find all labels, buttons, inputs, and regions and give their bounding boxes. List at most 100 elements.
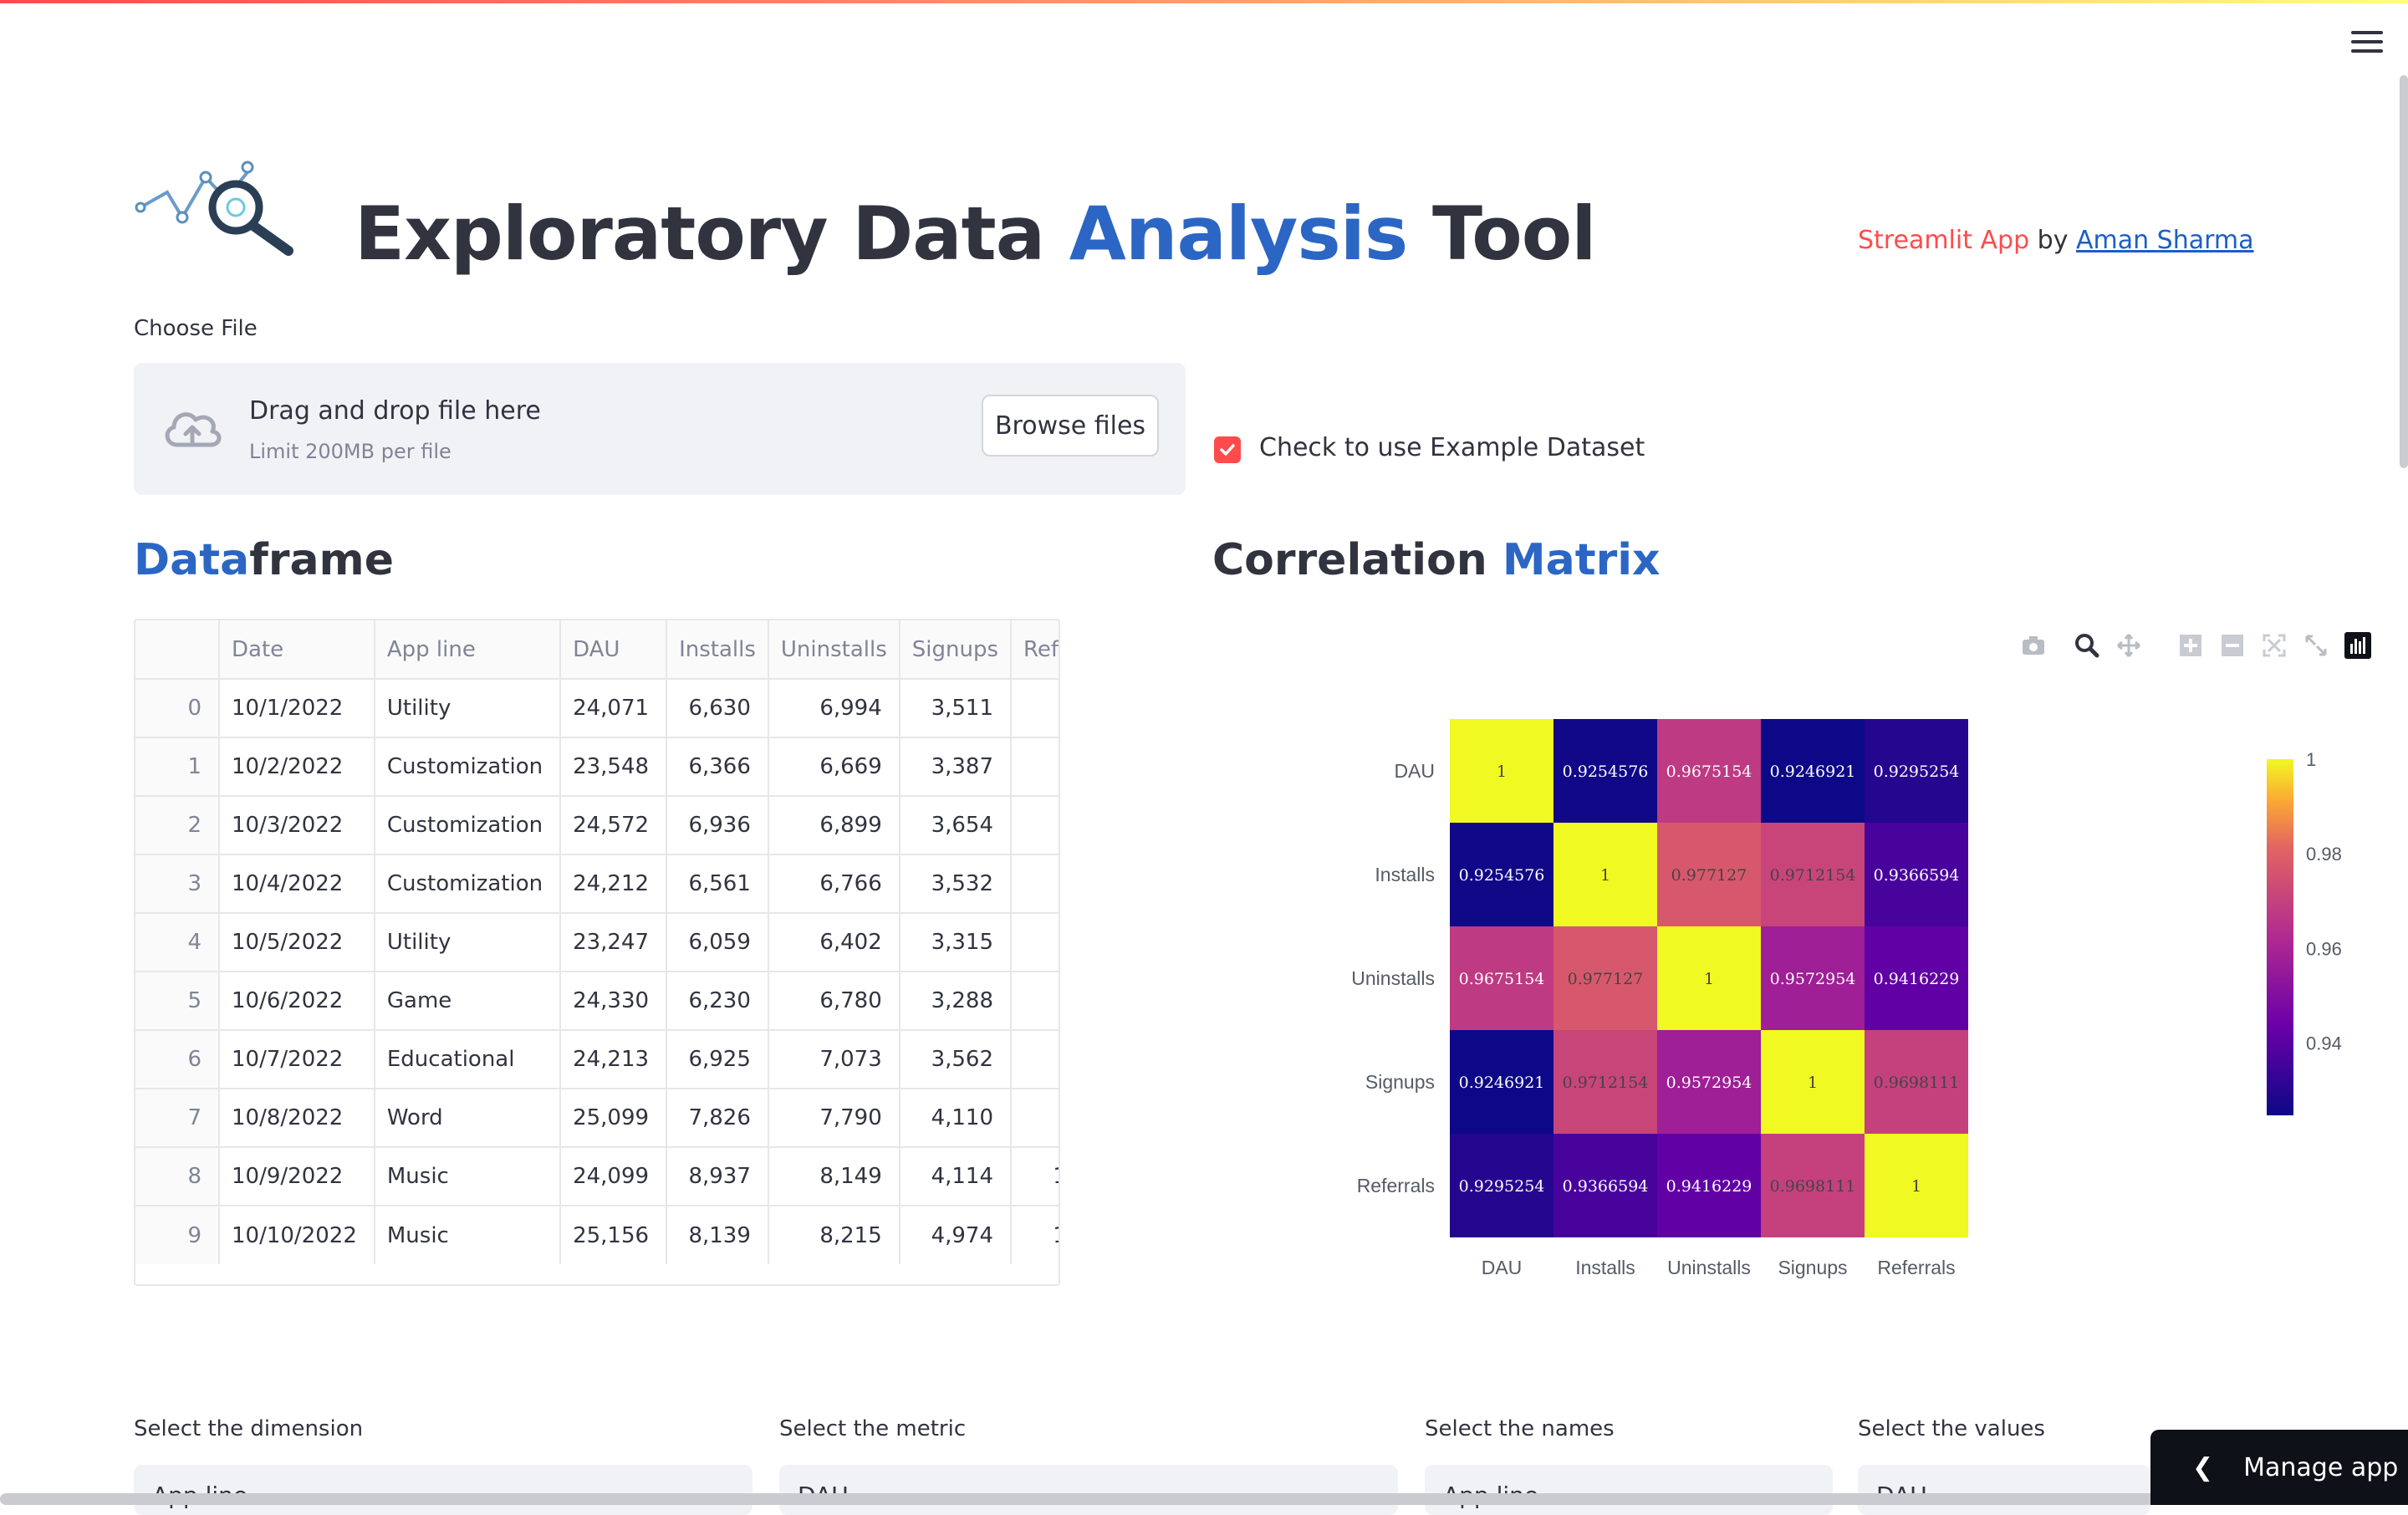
table-row-index[interactable]: 8 [135,1147,220,1206]
zoom-icon[interactable] [2074,632,2100,659]
table-cell[interactable]: 3,288 [899,972,1013,1031]
table-cell[interactable]: Utility [374,679,562,738]
table-cell[interactable]: 6,899 [768,796,900,855]
table-cell[interactable]: 3,511 [899,679,1013,738]
table-row-index[interactable]: 1 [135,737,220,797]
table-row[interactable]: 6 10/7/2022 Educational 24,213 6,925 7,073 3,5… [135,1030,1059,1089]
table-cell[interactable]: 6,766 [768,854,900,914]
table-cell[interactable]: 10/9/2022 [219,1147,375,1206]
table-cell[interactable]: 10/10/2022 [219,1206,375,1264]
table-cell[interactable]: 23,247 [560,913,668,972]
table-cell[interactable]: 6,230 [666,972,769,1031]
table-row-index[interactable]: 3 [135,854,220,914]
table-row[interactable]: 410/5/2022Utility23,2476,0596,4023,31592… [135,913,1059,972]
reset-axes-icon[interactable] [2303,632,2329,659]
table-cell[interactable]: 6,402 [768,913,900,972]
table-cell[interactable]: Utility [374,913,562,972]
metric-select[interactable]: DAU▾ [779,1465,1398,1515]
table-cell[interactable]: 10/1/2022 [219,679,375,738]
table-index-header[interactable] [135,620,220,680]
table-row-index[interactable]: 0 [135,679,220,738]
plotly-logo-icon[interactable] [2344,632,2371,659]
table-cell[interactable]: 4,974 [899,1206,1013,1264]
table-row[interactable]: 510/6/2022Game24,3306,2306,7803,288822 [135,972,1059,1031]
table-cell[interactable]: 8,215 [768,1206,900,1264]
browse-files-button[interactable]: Browse files [982,395,1159,457]
table-cell[interactable]: 24,099 [560,1147,668,1206]
table-cell[interactable]: 10/2/2022 [219,737,375,797]
dimension-select[interactable]: App line▾ [134,1465,752,1515]
table-row-index[interactable]: 5 [135,972,220,1031]
table-cell[interactable]: 7,826 [666,1089,769,1148]
dataframe-table[interactable]: Date App line DAU Installs Uninstalls Signups… [134,619,1060,1286]
table-cell[interactable]: 923 [1011,913,1059,972]
table-column-header[interactable]: App line [374,620,562,680]
table-cell[interactable]: 8,149 [768,1147,900,1206]
table-cell[interactable]: 6,561 [666,854,769,914]
table-cell[interactable]: 6,630 [666,679,769,738]
table-cell[interactable]: 960 [1011,854,1059,914]
table-cell[interactable]: 7,073 [768,1030,900,1089]
table-column-header[interactable]: DAU [560,620,668,680]
table-column-header[interactable]: Date [219,620,375,680]
table-cell[interactable]: 24,330 [560,972,668,1031]
table-cell[interactable]: 6,994 [768,679,900,738]
table-cell[interactable]: 941 [1011,737,1059,797]
table-row[interactable]: 010/1/2022Utility24,0716,6306,9943,51196… [135,679,1059,738]
table-row[interactable]: 710/8/2022Word25,0997,8267,7904,110994 [135,1089,1059,1148]
table-row-index[interactable]: 9 [135,1206,220,1264]
table-row-index[interactable]: 6 [135,1030,220,1089]
vertical-scrollbar[interactable] [2400,75,2408,468]
table-cell[interactable]: Word [374,1089,562,1148]
table-cell[interactable]: 10/4/2022 [219,854,375,914]
table-cell[interactable]: 4,110 [899,1089,1013,1148]
table-cell[interactable]: 994 [1011,1089,1059,1148]
file-dropzone[interactable]: Drag and drop file here Limit 200MB per … [134,363,1186,495]
example-dataset-label[interactable]: Check to use Example Dataset [1259,433,1645,462]
table-cell[interactable]: Music [374,1206,562,1264]
table-cell[interactable]: 8,937 [666,1147,769,1206]
author-link[interactable]: Aman Sharma [2076,226,2254,255]
table-cell[interactable]: 3,562 [899,1030,1013,1089]
table-cell[interactable]: 3,654 [899,796,1013,855]
table-cell[interactable]: 6,059 [666,913,769,972]
table-cell[interactable]: 24,572 [560,796,668,855]
table-row[interactable]: 3 10/4/2022 Customization 24,212 6,561 6,766 3… [135,854,1059,914]
table-cell[interactable]: 24,212 [560,854,668,914]
table-row-index[interactable]: 2 [135,796,220,855]
pan-icon[interactable] [2115,632,2142,659]
zoom-in-icon[interactable] [2177,632,2204,659]
table-cell[interactable]: 23,548 [560,737,668,797]
table-cell[interactable]: 822 [1011,972,1059,1031]
table-cell[interactable]: 1,016 [1011,1147,1059,1206]
table-cell[interactable]: 10/8/2022 [219,1089,375,1148]
table-cell[interactable]: Customization [374,737,562,797]
example-dataset-checkbox[interactable] [1214,436,1241,463]
table-column-header[interactable]: Referrals [1011,620,1059,680]
table-cell[interactable]: 10/6/2022 [219,972,375,1031]
correlation-heatmap[interactable]: 1 0.9254576 0.9675154 0.9246921 0.9295254 0.9… [1338,702,2408,1288]
table-row-index[interactable]: 7 [135,1089,220,1148]
table-row[interactable]: 810/9/2022Music24,0998,9378,1494,1141,01… [135,1147,1059,1206]
table-column-header[interactable]: Uninstalls [768,620,900,680]
table-cell[interactable]: 7,790 [768,1089,900,1148]
table-cell[interactable]: 3,387 [899,737,1013,797]
table-cell[interactable]: Customization [374,796,562,855]
table-cell[interactable]: 10/3/2022 [219,796,375,855]
table-row[interactable]: 910/10/2022Music25,1568,1398,2154,9741,1… [135,1206,1059,1264]
table-cell[interactable]: 1,186 [1011,1206,1059,1264]
table-cell[interactable]: Game [374,972,562,1031]
table-cell[interactable]: 6,669 [768,737,900,797]
table-cell[interactable]: Music [374,1147,562,1206]
table-cell[interactable]: Educational [374,1030,562,1089]
table-cell[interactable]: 4,114 [899,1147,1013,1206]
table-cell[interactable]: 25,099 [560,1089,668,1148]
table-column-header[interactable]: Installs [666,620,769,680]
autoscale-icon[interactable] [2261,632,2288,659]
manage-app-button[interactable]: ❮ Manage app [2150,1430,2408,1505]
table-cell[interactable]: 962 [1011,679,1059,738]
table-cell[interactable]: 3,315 [899,913,1013,972]
table-cell[interactable]: 6,780 [768,972,900,1031]
table-cell[interactable]: 8,139 [666,1206,769,1264]
values-select[interactable]: DAU [1858,1465,2150,1515]
